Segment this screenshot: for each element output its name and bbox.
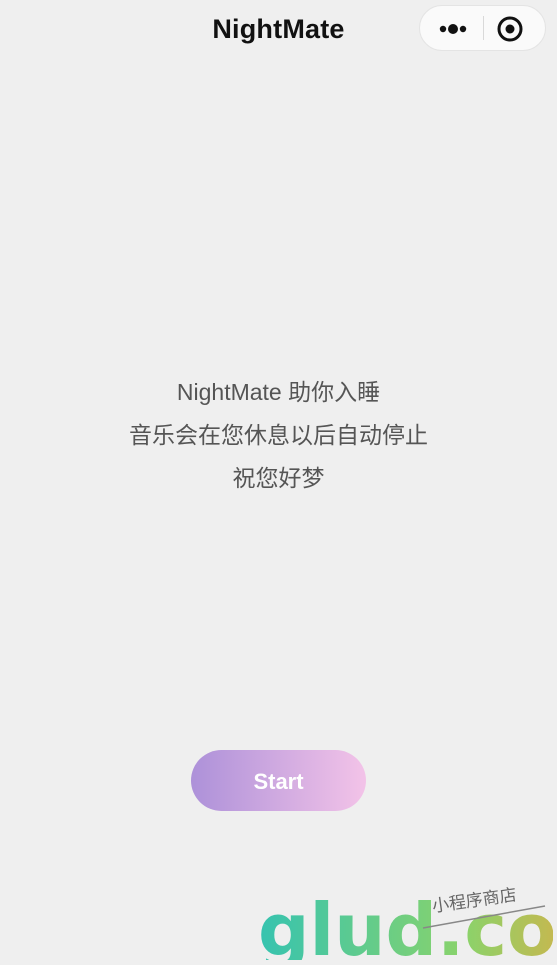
header: NightMate xyxy=(0,0,557,62)
start-button[interactable]: Start xyxy=(191,750,366,811)
watermark-logo: glud.com 小程序商店 xyxy=(253,882,557,965)
message-line-2: 音乐会在您休息以后自动停止 xyxy=(129,422,428,448)
message-line-1: NightMate 助你入睡 xyxy=(176,379,381,405)
miniapp-capsule xyxy=(419,5,546,51)
target-close-icon[interactable] xyxy=(496,15,524,43)
sleep-message: NightMate 助你入睡 音乐会在您休息以后自动停止 祝您好梦 xyxy=(0,371,557,500)
capsule-divider xyxy=(483,16,484,40)
more-dots-icon[interactable] xyxy=(430,16,476,42)
message-line-3: 祝您好梦 xyxy=(232,465,325,491)
